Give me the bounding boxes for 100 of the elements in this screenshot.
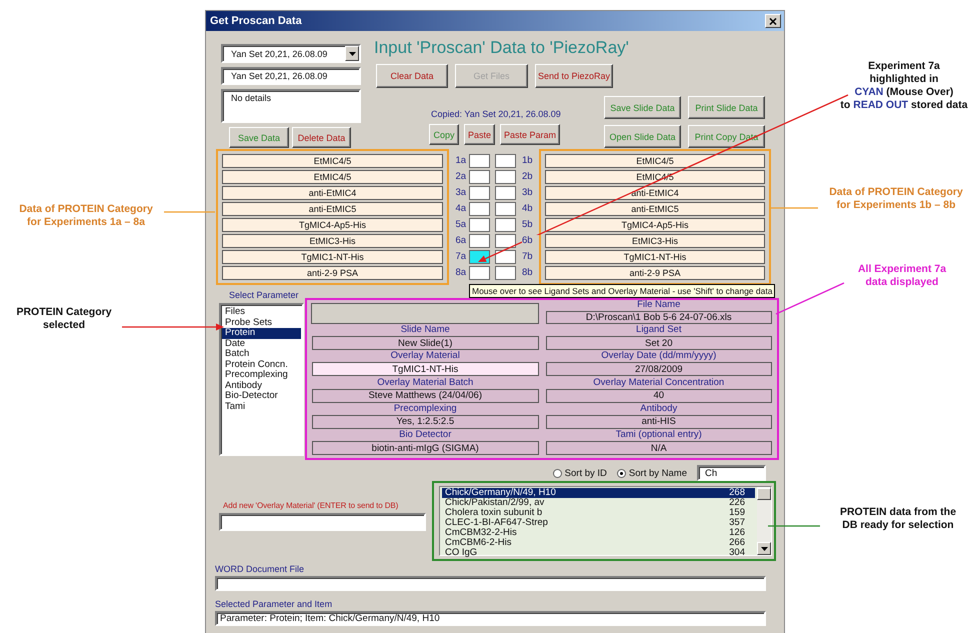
parameter-item[interactable]: Precomplexing [222, 370, 301, 380]
close-icon [769, 18, 777, 24]
parameter-item[interactable]: Date [222, 338, 301, 349]
experiment-slot[interactable] [469, 266, 490, 280]
experiment-slot[interactable] [469, 186, 490, 200]
dataset-name-field[interactable]: Yan Set 20,21, 26.08.09 [221, 67, 361, 85]
experiment-slot[interactable] [469, 170, 490, 184]
button[interactable]: Send to PiezoRay [535, 64, 613, 88]
value-field[interactable]: biotin-anti-mIgG (SIGMA) [312, 441, 538, 455]
add-new-field[interactable] [219, 513, 426, 531]
experiment-slot[interactable] [469, 218, 490, 232]
value-field[interactable]: Set 20 [546, 336, 772, 350]
close-button[interactable] [765, 14, 781, 28]
experiment-slot[interactable] [495, 266, 516, 280]
field-label: Overlay Material [390, 350, 461, 362]
experiment-field: EtMIC3-His [545, 234, 765, 248]
sort-option[interactable]: Sort by Name [616, 468, 687, 478]
value-field[interactable]: anti-HIS [546, 414, 772, 429]
callout-text: Data of PROTEIN Category for Experiments 1a – 8a [18, 203, 154, 229]
parameter-item[interactable]: Bio-Detector [222, 391, 301, 402]
value-field[interactable]: N/A [546, 441, 772, 455]
experiment-field: EtMIC4/5 [222, 170, 443, 184]
selection-field[interactable]: Parameter: Protein; Item: Chick/Germany/N/49, H10 [215, 611, 766, 626]
callout-text: PROTEIN Category selected [15, 306, 113, 332]
experiment-field: anti-EtMIC4 [545, 186, 765, 200]
experiment-slot[interactable] [495, 234, 516, 248]
callout-text: All Experiment 7a data displayed [856, 263, 948, 289]
value-field[interactable]: TgMIC1-NT-His [312, 362, 538, 376]
sort-option[interactable]: Sort by ID [552, 468, 607, 478]
experiment-field: TgMIC4-Ap5-His [222, 218, 443, 232]
experiment-label: 6b [522, 235, 539, 246]
list-item[interactable]: Cholera toxin subunit b 159 [442, 508, 755, 518]
field-label: Slide Name [400, 324, 451, 336]
word-file-field[interactable] [215, 576, 766, 591]
experiment-field: anti-EtMIC5 [222, 202, 443, 216]
list-item[interactable]: Chick/Pakistan/2/99, av 226 [442, 498, 755, 508]
experiment-field: TgMIC1-NT-His [545, 250, 765, 264]
window-title: Get Proscan Data [210, 15, 302, 27]
value-field[interactable]: Steve Matthews (24/04/06) [312, 388, 538, 403]
parameter-item[interactable]: Antibody [222, 380, 301, 391]
field-label: Ligand Set [635, 324, 682, 336]
experiment-field: anti-2-9 PSA [222, 266, 443, 280]
value-field[interactable]: New Slide(1) [312, 336, 538, 350]
copied-status: Copied: Yan Set 20,21, 26.08.09 [430, 108, 562, 121]
experiment-slot[interactable] [495, 202, 516, 216]
list-item[interactable]: CmCBM6-2-His 266 [442, 538, 755, 548]
experiment-field: anti-EtMIC4 [222, 186, 443, 200]
button[interactable]: Paste Param [500, 124, 560, 145]
experiment-field: TgMIC1-NT-His [222, 250, 443, 264]
field-label: Overlay Material Concentration [592, 376, 726, 388]
field-label: Tami (optional entry) [614, 429, 703, 440]
experiment-field: EtMIC4/5 [222, 154, 443, 168]
field-label: Overlay Date (dd/mm/yyyy) [600, 350, 718, 362]
filter-field[interactable]: Ch [697, 465, 766, 481]
callout-text: PROTEIN data from the DB ready for selection [838, 506, 958, 532]
field-label: Precomplexing [392, 402, 458, 414]
experiment-slot[interactable] [495, 218, 516, 232]
button[interactable]: Delete Data [292, 127, 351, 148]
field-label: Selected Parameter and Item [215, 599, 334, 610]
tooltip: Mouse over to see Ligand Sets and Overlay Material - use 'Shift' to change data [469, 284, 776, 298]
dropdown-button[interactable] [345, 46, 359, 61]
parameter-item[interactable]: Protein Concn. [222, 360, 301, 370]
parameter-item[interactable]: Tami [222, 402, 301, 412]
experiment-slot[interactable] [469, 234, 490, 248]
scrollbar[interactable] [757, 487, 771, 555]
list-item[interactable]: CO IgG 304 [442, 548, 755, 558]
details-field[interactable]: No details [221, 89, 361, 123]
list-label: Select Parameter [229, 290, 300, 301]
experiment-slot[interactable] [495, 154, 516, 168]
field-label: WORD Document File [215, 564, 306, 575]
experiment-slot[interactable] [469, 154, 490, 168]
parameter-item[interactable]: Protein [222, 328, 301, 338]
value-field[interactable]: 40 [546, 388, 772, 403]
value-field[interactable]: Yes, 1:2.5:2.5 [312, 414, 538, 429]
dialog-heading: Input 'Proscan' Data to 'PiezoRay' [374, 38, 630, 58]
dataset-dropdown[interactable]: Yan Set 20,21, 26.08.09 [221, 44, 361, 63]
experiment-slot[interactable] [495, 186, 516, 200]
value-field[interactable]: D:\Proscan\1 Bob 5-6 24-07-06.xls [546, 311, 772, 324]
field-label: File Name [636, 299, 682, 310]
value-field[interactable]: 27/08/2009 [546, 362, 772, 376]
experiment-field: EtMIC3-His [222, 234, 443, 248]
field-label: Bio Detector [398, 429, 452, 440]
experiment-field: EtMIC4/5 [545, 154, 765, 168]
parameter-item[interactable]: Probe Sets [222, 318, 301, 328]
experiment-field: anti-2-9 PSA [545, 266, 765, 280]
experiment-field: anti-EtMIC5 [545, 202, 765, 216]
list-item[interactable]: CLEC-1-BI-AF647-Strep 357 [442, 518, 755, 528]
button[interactable]: Paste [464, 124, 495, 145]
parameter-item[interactable]: Files [222, 307, 301, 318]
callout-text: Data of PROTEIN Category for Experiments 1b – 8b [828, 186, 964, 212]
parameter-item[interactable]: Batch [222, 349, 301, 360]
button[interactable]: Clear Data [376, 64, 448, 88]
experiment-slot[interactable] [495, 170, 516, 184]
experiment-slot[interactable] [495, 250, 516, 264]
list-item[interactable]: Chick/Germany/N/49, H10 268 [442, 488, 755, 498]
field-label: Antibody [639, 402, 678, 414]
experiment-slot[interactable] [469, 202, 490, 216]
list-item[interactable]: CmCBM32-2-His 126 [442, 528, 755, 538]
experiment-field: TgMIC4-Ap5-His [545, 218, 765, 232]
add-new-label: Add new 'Overlay Material' (ENTER to send to DB) [223, 501, 398, 510]
